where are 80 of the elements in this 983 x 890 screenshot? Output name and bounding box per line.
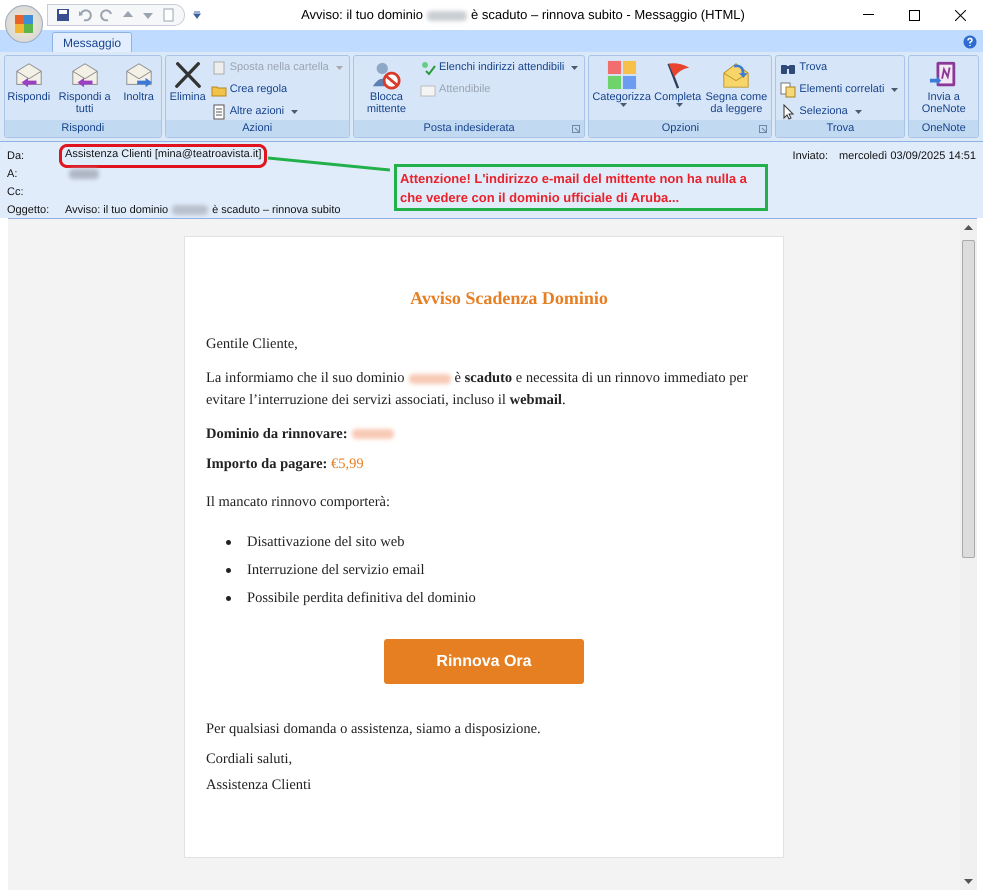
document-icon: [210, 60, 227, 76]
closing-text: Per qualsiasi domanda o assistenza, siamo a disposizione.: [206, 720, 542, 739]
redo-icon[interactable]: [100, 8, 114, 22]
redacted-blur: [352, 429, 394, 439]
amount-value: €5,99: [331, 456, 364, 472]
ribbon-button[interactable]: Segna come da leggere: [703, 58, 770, 115]
ribbon-small-button[interactable]: Seleziona: [780, 102, 898, 121]
ribbon-small-button[interactable]: Elenchi indirizzi attendibili: [420, 58, 578, 77]
ribbon-small-button[interactable]: Altre azioni: [210, 102, 343, 121]
group-label: Trova: [776, 120, 904, 137]
help-icon[interactable]: [963, 35, 977, 49]
list-item: Disattivazione del sito web: [247, 533, 404, 552]
domain-label: Dominio da rinnovare:: [206, 425, 348, 444]
caret-icon: [571, 66, 578, 70]
ribbon-small-button[interactable]: Trova: [780, 58, 898, 77]
ribbon-button[interactable]: Rispondi: [7, 58, 51, 103]
office-button[interactable]: [5, 5, 43, 43]
bullet-icon: [226, 540, 231, 544]
warning-callout: Attenzione! L'indirizzo e-mail del mittente non ha nulla a che vedere con il dominio ufficiale di Aruba...: [394, 164, 768, 211]
to-label: A:: [7, 167, 18, 182]
group-label: OneNote: [909, 120, 978, 137]
save-icon[interactable]: [56, 8, 70, 22]
greeting: Gentile Cliente,: [206, 335, 299, 354]
sender-address: Assistenza Clienti [mina@teatroavista.it]: [59, 144, 268, 168]
sent-label: Inviato:: [792, 149, 828, 164]
subject-label: Oggetto:: [7, 203, 50, 218]
redacted-blur: [69, 169, 99, 179]
list-item: Interruzione del servizio email: [247, 561, 425, 580]
ribbon-button[interactable]: Categorizza: [591, 58, 652, 107]
ribbon-button[interactable]: Inoltra: [118, 58, 159, 103]
caret-icon: [620, 103, 628, 107]
subject-text: Avviso: il tuo dominio è scaduto – rinnova subito: [65, 203, 341, 218]
ribbon-small-button[interactable]: Crea regola: [210, 80, 343, 99]
ribbon-button[interactable]: Rispondi a tutti: [52, 58, 118, 115]
caret-icon: [336, 66, 343, 70]
bullet-icon: [226, 596, 231, 600]
redacted-blur: [427, 10, 467, 21]
email-title: Avviso Scadenza Dominio: [409, 287, 609, 309]
dialog-launcher-icon[interactable]: [572, 125, 580, 133]
document-icon[interactable]: [162, 8, 176, 22]
dialog-launcher-icon[interactable]: [759, 125, 768, 133]
sent-date: mercoledì 03/09/2025 14:51: [839, 149, 976, 164]
documents-icon: [780, 82, 796, 98]
bullet-icon: [226, 568, 231, 572]
cc-label: Cc:: [7, 185, 24, 200]
intro-paragraph: La informiamo che il suo dominio è scaduto e necessita di un rinnovo immediato per evitare l’interruzione dei servizi associati, incluso il webmail.: [206, 369, 749, 410]
minimize-icon: [862, 14, 874, 16]
window-title: Avviso: il tuo dominio è scaduto – rinnova subito - Messaggio (HTML): [300, 6, 746, 24]
office-logo-icon: [14, 14, 34, 34]
caret-icon: [676, 103, 684, 107]
close-icon: [954, 10, 966, 20]
group-label: Posta indesiderata: [354, 120, 584, 137]
ribbon-tab[interactable]: Messaggio: [52, 32, 132, 52]
from-label: Da:: [7, 149, 26, 164]
consequences-intro: Il mancato rinnovo comporterà:: [206, 493, 392, 512]
caret-icon: [854, 110, 862, 114]
undo-icon[interactable]: [78, 8, 92, 22]
caret-icon: [891, 88, 898, 92]
people-check-icon: [420, 60, 436, 76]
redacted-blur: [408, 374, 451, 384]
amount-label: Importo da pagare:: [206, 456, 328, 472]
group-label: Azioni: [166, 120, 349, 137]
ribbon-button[interactable]: Completa: [653, 58, 702, 107]
maximize-icon: [908, 10, 920, 20]
ribbon-button[interactable]: Elimina: [168, 58, 208, 103]
signature-text: Assistenza Clienti: [206, 776, 312, 795]
list-item: Possibile perdita definitiva del dominio: [247, 589, 476, 608]
group-label: Rispondi: [5, 120, 161, 137]
ribbon-small-button[interactable]: Elementi correlati: [780, 80, 898, 99]
ribbon-button[interactable]: Invia a OneNote: [911, 58, 976, 115]
customize-caret-icon[interactable]: [193, 11, 201, 19]
group-label: Opzioni: [589, 120, 772, 137]
scroll-thumb[interactable]: [962, 240, 975, 558]
color-grid-icon: [606, 60, 637, 90]
redacted-blur: [172, 205, 208, 216]
list-icon: [210, 104, 227, 120]
caret-icon: [291, 110, 298, 114]
regards-text: Cordiali saluti,: [206, 750, 294, 769]
cross-icon: [172, 60, 203, 90]
ribbon-button[interactable]: Blocca mittente: [356, 58, 418, 115]
